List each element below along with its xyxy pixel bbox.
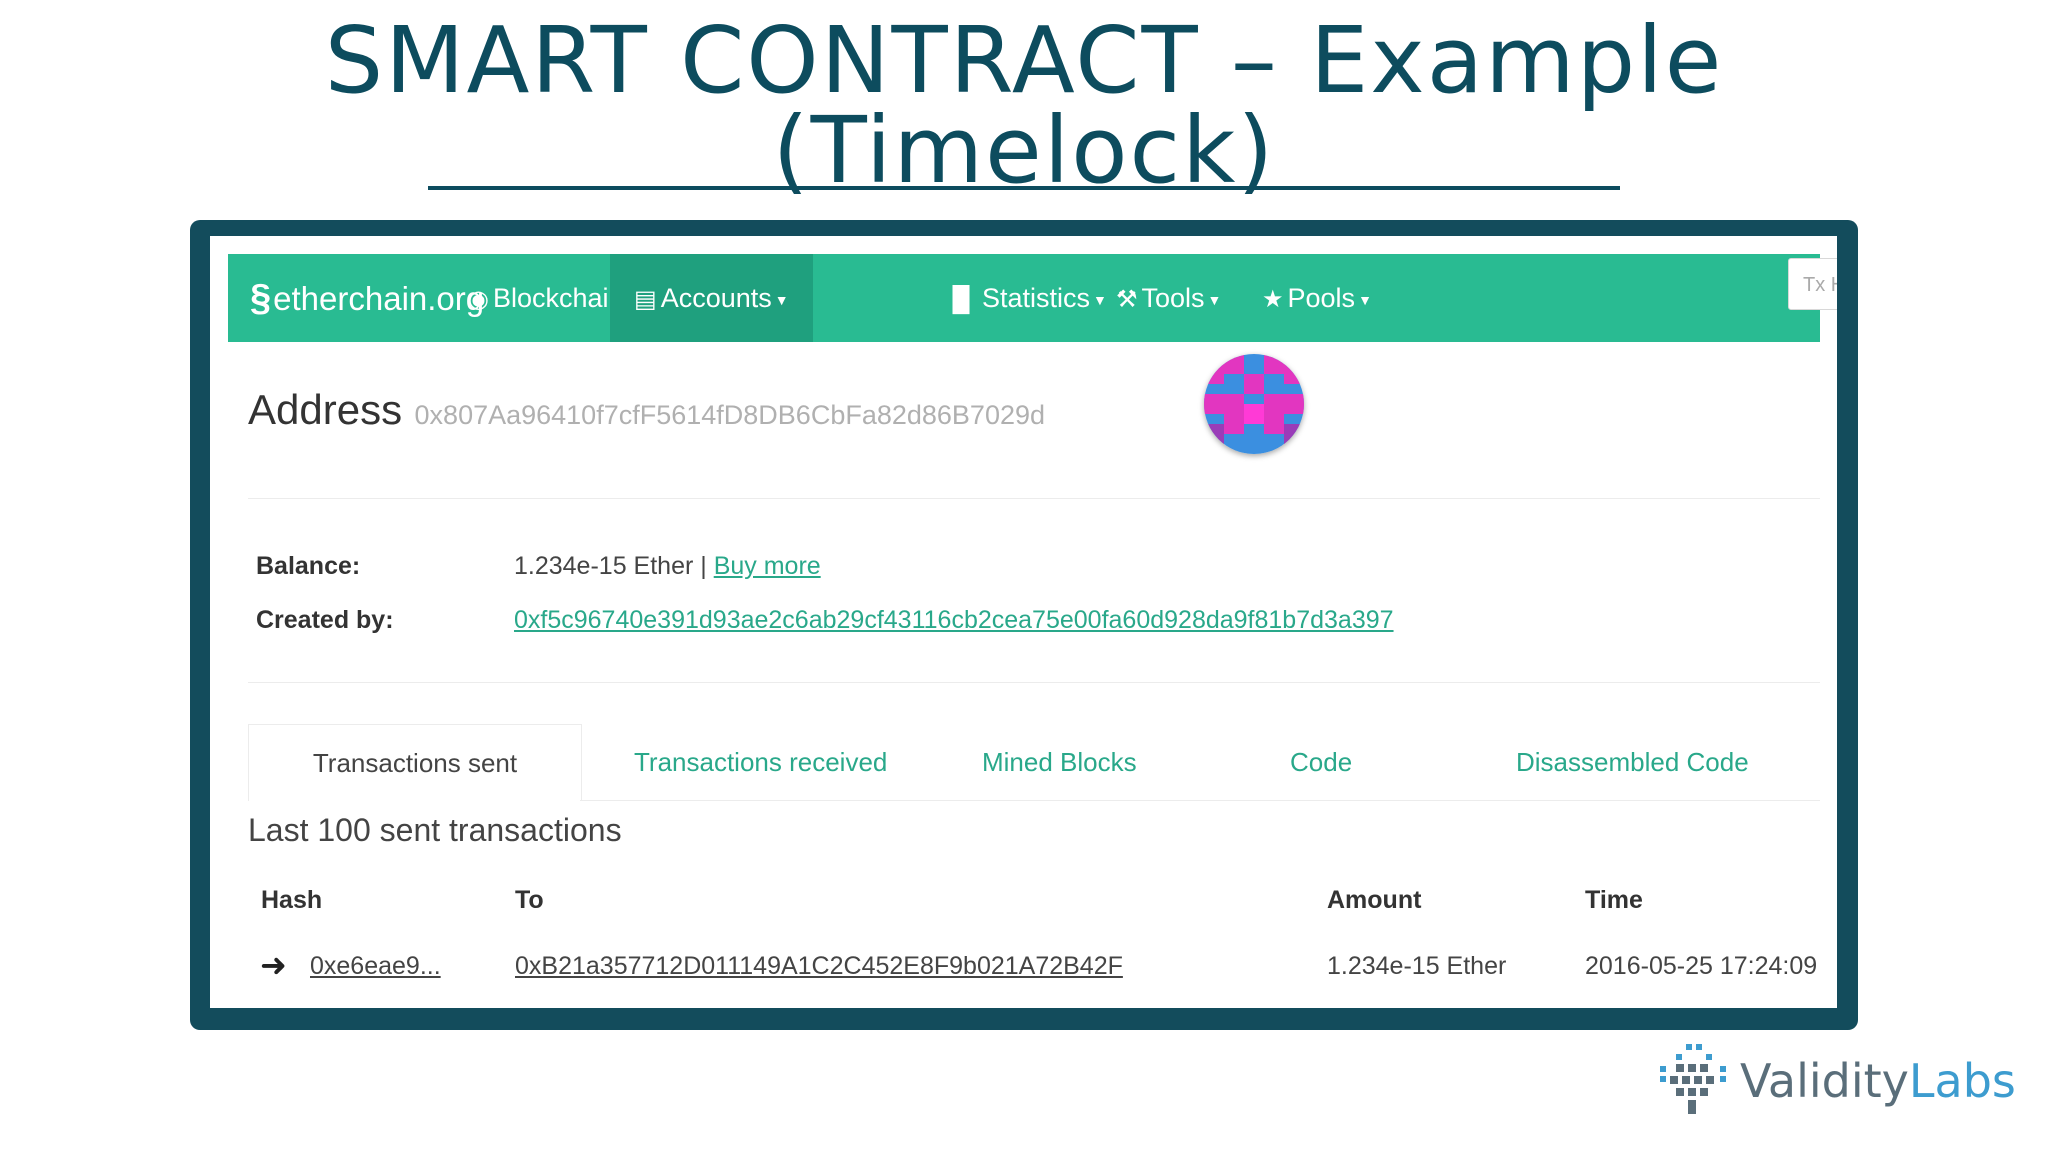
identicon-avatar [1204,354,1304,454]
column-header-time: Time [1585,886,1643,914]
etherchain-page: §etherchain.org ◉Blockchain▼ ▤Accounts▼ … [210,236,1837,1008]
tab-underline [580,800,1820,801]
nav-blockchain-label: Blockchain [492,283,624,313]
column-header-to: To [515,886,544,914]
tab-transactions-received[interactable]: Transactions received [634,724,887,800]
column-header-hash: Hash [261,886,323,914]
balance-value: 1.234e-15 Ether | [514,552,707,580]
nav-statistics[interactable]: ▐▌ Statistics ▼ [944,254,1107,342]
navbar: §etherchain.org ◉Blockchain▼ ▤Accounts▼ … [228,254,1820,342]
slide-title-line2: (Timelock) [772,97,1276,204]
created-by-label: Created by: [256,606,394,634]
arrow-right-icon: ➜ [260,947,287,983]
list-icon: ▤ [634,286,657,313]
chevron-down-icon: ▼ [774,291,789,308]
nav-tools[interactable]: ⚒ Tools ▼ [1116,254,1221,342]
tab-code[interactable]: Code [1290,724,1352,800]
chevron-down-icon: ▼ [1358,291,1372,308]
balance-value-row: 1.234e-15 Ether | Buy more [514,552,821,581]
address-value: 0x807Aa96410f7cfF5614fD8DB6CbFa82d86B702… [414,400,1046,430]
validitylabs-logo: ValidityLabs [1656,1040,2016,1120]
etherchain-logo-icon: § [250,277,272,319]
nav-accounts-label: Accounts [660,283,772,313]
tx-time: 2016-05-25 17:24:09 [1585,952,1818,980]
validitylabs-mark-icon [1660,1044,1726,1114]
created-by-row: 0xf5c96740e391d93ae2c6ab29cf43116cb2cea7… [514,606,1394,635]
validitylabs-wordmark: ValidityLabs [1740,1054,2016,1108]
star-icon: ★ [1262,286,1284,313]
tx-amount: 1.234e-15 Ether [1327,952,1507,980]
column-header-amount: Amount [1327,886,1422,914]
created-by-link[interactable]: 0xf5c96740e391d93ae2c6ab29cf43116cb2cea7… [514,606,1394,634]
wrench-icon: ⚒ [1116,286,1138,313]
tab-transactions-sent[interactable]: Transactions sent [248,724,582,801]
slide-title-line1: SMART CONTRACT – Example [324,7,1724,114]
nav-statistics-label: Statistics [982,283,1091,313]
balance-label: Balance: [256,552,361,580]
nav-accounts[interactable]: ▤ Accounts ▼ [610,254,813,342]
eye-icon: ◉ [468,286,489,313]
address-label: Address [248,386,403,433]
chevron-down-icon: ▼ [1093,291,1107,308]
tx-hash-link[interactable]: 0xe6eae9... [310,952,441,981]
tab-disassembled-code[interactable]: Disassembled Code [1516,724,1749,800]
brand-part-validity: Validity [1740,1054,1909,1108]
transactions-heading: Last 100 sent transactions [248,812,622,848]
nav-pools-label: Pools [1287,283,1356,313]
slide-title: SMART CONTRACT – Example (Timelock) [0,7,2048,204]
brand-link[interactable]: §etherchain.org [250,254,484,342]
divider [248,682,1820,683]
divider [248,498,1820,499]
buy-more-link[interactable]: Buy more [714,552,821,580]
bar-chart-icon: ▐▌ [944,286,979,313]
search-input[interactable]: Tx H [1788,258,1837,310]
address-heading: Address 0x807Aa96410f7cfF5614fD8DB6CbFa8… [248,386,1045,434]
nav-tools-label: Tools [1141,283,1205,313]
tx-to-link[interactable]: 0xB21a357712D011149A1C2C452E8F9b021A72B4… [515,952,1123,981]
title-underline [428,186,1620,190]
brand-name: etherchain.org [273,280,485,317]
chevron-down-icon: ▼ [1207,291,1222,308]
nav-pools[interactable]: ★ Pools ▼ [1262,254,1372,342]
tab-mined-blocks[interactable]: Mined Blocks [982,724,1137,800]
brand-part-labs: Labs [1908,1054,2016,1108]
